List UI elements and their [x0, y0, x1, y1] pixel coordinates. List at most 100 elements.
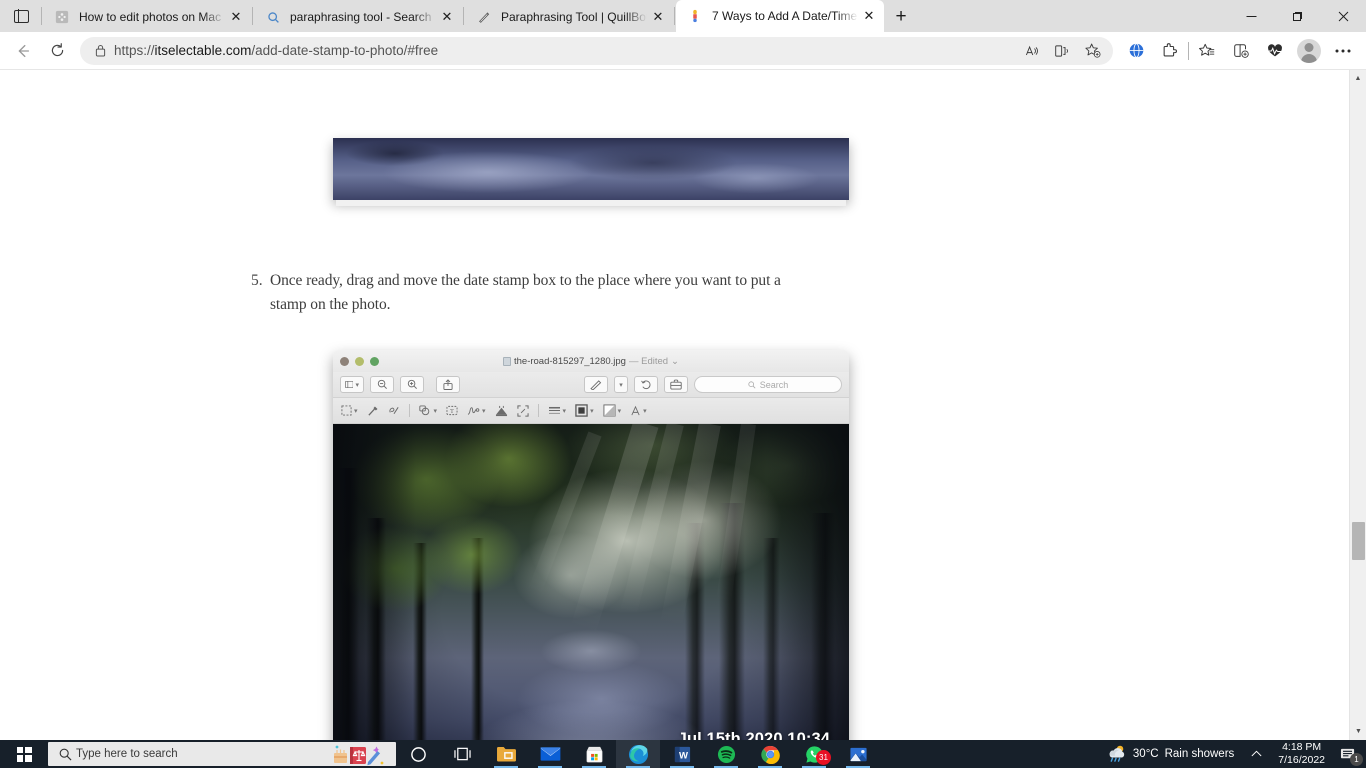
itselectable-icon: [687, 8, 703, 24]
taskbar-weather-widget[interactable]: 30°C Rain showers: [1097, 744, 1242, 765]
mac-toolbar-primary: ▾ ▾ Search: [333, 372, 849, 398]
show-hidden-icons-button[interactable]: [1242, 749, 1271, 759]
rotate-button: [634, 376, 658, 393]
svg-text:T: T: [450, 408, 454, 415]
mac-preview-window-screenshot: the-road-815297_1280.jpg — Edited ⌄ ▾ ▾ …: [333, 350, 849, 740]
sketch-tool: [388, 405, 400, 417]
bing-chat-icon[interactable]: [1119, 35, 1153, 67]
photo-vignette-layer: [333, 424, 849, 740]
forest-road-photo: Jul 15th,2020 10:34: [333, 424, 849, 740]
file-explorer-icon[interactable]: [484, 740, 528, 768]
shape-style-tool: ▾: [548, 405, 567, 416]
tab-actions-icon: [13, 8, 29, 24]
rectangular-selection-tool: ▾: [341, 405, 358, 416]
task-view-icon[interactable]: [440, 740, 484, 768]
cortana-icon[interactable]: [396, 740, 440, 768]
minimize-button[interactable]: [1228, 0, 1274, 32]
tab-close-button[interactable]: ✕: [858, 5, 880, 27]
extensions-icon[interactable]: [1153, 35, 1187, 67]
chevron-down-icon: ▾: [619, 381, 623, 389]
chevron-down-icon: ▾: [355, 381, 359, 389]
action-center-icon[interactable]: 1: [1332, 740, 1364, 768]
sign-tool: ▾: [467, 405, 486, 417]
adjust-color-tool: [495, 405, 508, 417]
list-number: 5.: [251, 272, 263, 289]
tab-strip: How to edit photos on Mac 2022 ✕ paraphr…: [0, 0, 1366, 32]
text-tool: T: [446, 405, 458, 416]
maximize-button[interactable]: [1274, 0, 1320, 32]
shapes-tool: ▾: [418, 405, 437, 416]
spotify-icon[interactable]: [704, 740, 748, 768]
refresh-button[interactable]: [40, 35, 74, 67]
favorites-icon[interactable]: [1190, 35, 1224, 67]
taskbar-search-box[interactable]: Type here to search: [48, 742, 396, 766]
mac-search-field: Search: [694, 376, 842, 393]
svg-text:W: W: [678, 750, 687, 761]
divider: [41, 7, 42, 25]
collections-icon[interactable]: [1224, 35, 1258, 67]
immersive-reader-icon[interactable]: [1047, 38, 1077, 64]
read-aloud-icon[interactable]: [1017, 38, 1047, 64]
weather-temperature: 30°C: [1132, 748, 1159, 760]
close-window-button[interactable]: [1320, 0, 1366, 32]
window-controls: [1228, 0, 1366, 32]
page-viewport: 5. Once ready, drag and move the date st…: [0, 70, 1366, 740]
mac-edited-label: — Edited: [628, 355, 669, 367]
browser-toolbar-right: [1119, 35, 1360, 67]
tab-title: paraphrasing tool - Search: [290, 10, 432, 24]
tab-title: 7 Ways to Add A Date/Time Stamp: [712, 9, 858, 23]
scroll-up-button[interactable]: ▲: [1350, 70, 1366, 87]
clock-time: 4:18 PM: [1282, 740, 1322, 753]
scroll-down-button[interactable]: ▼: [1350, 723, 1366, 740]
address-bar[interactable]: https://itselectable.com/add-date-stamp-…: [80, 36, 1113, 65]
image-caption-spacer: [336, 200, 846, 206]
browser-tab-3[interactable]: Paraphrasing Tool | QuillBot AI ✕: [465, 2, 673, 32]
whatsapp-icon[interactable]: 31: [792, 740, 836, 768]
word-icon[interactable]: W: [660, 740, 704, 768]
microsoft-edge-icon[interactable]: [616, 740, 660, 768]
back-button[interactable]: [6, 35, 40, 67]
chevron-down-icon: ⌄: [671, 355, 680, 367]
document-icon: [502, 356, 511, 366]
weather-condition: Rain showers: [1164, 748, 1235, 760]
lock-icon: [90, 44, 110, 57]
google-chrome-icon[interactable]: [748, 740, 792, 768]
tab-actions-menu-button[interactable]: [2, 0, 40, 32]
notification-count-badge: 1: [1350, 753, 1363, 766]
instant-alpha-tool: [367, 405, 379, 417]
divider: [252, 7, 253, 25]
start-button[interactable]: [0, 740, 48, 768]
profile-avatar[interactable]: [1292, 35, 1326, 67]
divider: [463, 7, 464, 25]
scrollbar-thumb[interactable]: [1352, 522, 1365, 560]
new-tab-button[interactable]: +: [884, 2, 918, 32]
chevron-down-icon: ▾: [562, 407, 567, 415]
chevron-down-icon: ▾: [354, 407, 358, 415]
settings-and-more-icon[interactable]: [1326, 35, 1360, 67]
mac-filename: the-road-815297_1280.jpg: [513, 355, 626, 367]
tab-close-button[interactable]: ✕: [225, 6, 247, 28]
windows-logo-icon: [16, 746, 32, 762]
search-icon: [265, 9, 281, 25]
search-icon: [54, 748, 76, 761]
mail-icon[interactable]: [528, 740, 572, 768]
chevron-down-icon: ▾: [590, 407, 594, 415]
browser-tab-4-active[interactable]: 7 Ways to Add A Date/Time Stamp ✕: [676, 0, 884, 32]
divider: [674, 7, 675, 25]
browser-tab-2[interactable]: paraphrasing tool - Search ✕: [254, 2, 462, 32]
tab-close-button[interactable]: ✕: [436, 6, 458, 28]
photos-icon[interactable]: [836, 740, 880, 768]
border-color-tool: ▾: [575, 404, 594, 417]
tab-close-button[interactable]: ✕: [647, 6, 669, 28]
divider: [408, 404, 410, 417]
omnibox-actions: [1017, 38, 1107, 64]
mac-window-title: the-road-815297_1280.jpg — Edited ⌄: [333, 356, 849, 367]
microsoft-store-icon[interactable]: [572, 740, 616, 768]
browser-essentials-icon[interactable]: [1258, 35, 1292, 67]
page-scrollbar[interactable]: ▲ ▼: [1349, 70, 1366, 740]
browser-tab-1[interactable]: How to edit photos on Mac 2022 ✕: [43, 2, 251, 32]
taskbar-clock[interactable]: 4:18 PM 7/16/2022: [1271, 741, 1332, 767]
tab-title: Paraphrasing Tool | QuillBot AI: [501, 10, 647, 24]
browser-window: How to edit photos on Mac 2022 ✕ paraphr…: [0, 0, 1366, 740]
add-favorite-icon[interactable]: [1077, 38, 1107, 64]
